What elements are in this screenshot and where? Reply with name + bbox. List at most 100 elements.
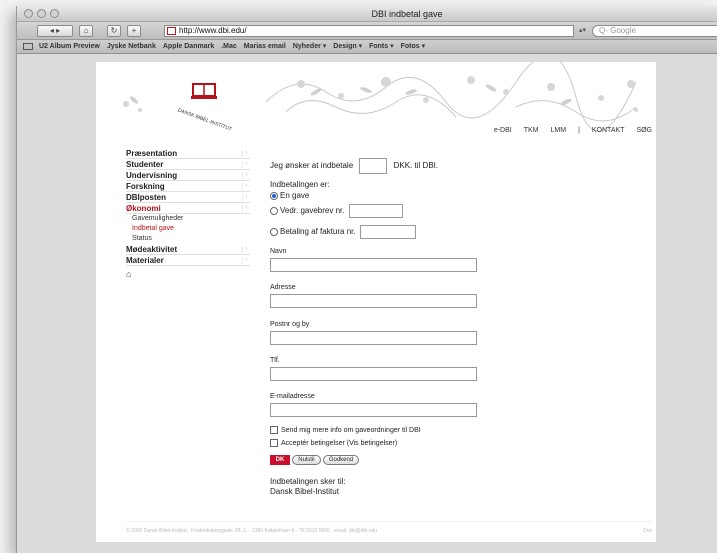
add-bookmark-button[interactable]: + [127,25,141,37]
sidebar-item[interactable]: Forskning › [126,181,250,192]
sidebar-item-label: Præsentation [126,149,178,158]
payment-note-line1: Indbetalingen sker til: [270,477,346,486]
chevron-right-icon: › [242,205,250,212]
sidebar-item-label: Studenter [126,160,164,169]
bookmark-items: U2 Album Preview Jyske Netbank Apple Danma… [39,40,432,53]
sidebar-item-label: Undervisning [126,171,178,180]
home-icon: ⌂ [83,26,89,35]
chevron-right-icon: › [242,246,250,253]
bookmark-item[interactable]: U2 Album Preview [39,43,100,50]
logo-text: DANSK BIBEL-INSTITUT [177,108,233,133]
site-footer: © 2005 Dansk Bibel-Institut · Frederiksb… [126,521,652,534]
plus-icon: + [131,26,137,35]
email-label: E-mailadresse [270,393,315,400]
chevron-right-icon: › [242,150,250,157]
reload-icon: ↻ [110,26,118,35]
sidebar-subitem[interactable]: Indbetal gave [126,224,250,234]
reload-button[interactable]: ↻ [107,25,121,37]
address-label: Adresse [270,284,296,291]
top-nav-link[interactable]: e-DBI [494,127,512,134]
sidebar-item[interactable]: Økonomi › [126,203,250,214]
name-input[interactable] [270,258,477,272]
title-bar: DBI indbetal gave [17,6,717,22]
name-label: Navn [270,248,287,255]
sidebar-item[interactable]: Undervisning › [126,170,250,181]
chevron-right-icon: › [242,172,250,179]
sidebar-subitem[interactable]: Gavemuligheder [126,214,250,224]
sidebar-item[interactable]: Mødeaktivitet › [126,244,250,255]
top-nav-link[interactable]: LMM [551,127,567,134]
chevron-right-icon: › [242,257,250,264]
gavebrev-number-input[interactable] [348,204,403,218]
top-nav-link[interactable]: SØG [636,127,652,134]
sidebar-item[interactable]: Præsentation › [126,148,250,159]
bookmark-item[interactable]: Apple Danmark [163,43,214,50]
invoice-radio[interactable] [270,228,278,236]
sidebar-item[interactable]: Studenter › [126,159,250,170]
terms-checkbox-label: Acceptér betingelser (Vis betingelser) [281,439,398,447]
phone-input[interactable] [270,367,477,381]
bookmarks-book-icon[interactable] [23,43,33,50]
gift-radio-label: En gave [280,191,310,200]
dbi-logo: DANSK BIBEL-INSTITUT [177,83,233,133]
intro-suffix: DKK. til DBI. [393,161,439,171]
gavebrev-radio-label: Vedr. gavebrev nr. [280,206,345,216]
bookmark-item[interactable]: .Mac [221,43,237,50]
home-icon[interactable]: ⌂ [126,269,250,279]
address-text: http://www.dbi.edu/ [179,26,247,35]
payment-note-line2: Dansk Bibel-Institut [270,487,339,496]
bookmarks-bar: U2 Album Preview Jyske Netbank Apple Danma… [17,40,717,54]
sidebar-subitem[interactable]: Status [126,234,250,244]
window-title: DBI indbetal gave [371,9,443,19]
sidebar-item-label: Økonomi [126,204,161,213]
gift-radio[interactable] [270,191,278,200]
sidebar-item[interactable]: Materialer › [126,255,250,266]
top-nav-link[interactable]: KONTAKT [592,127,625,134]
chevron-right-icon: › [242,161,250,168]
nav-divider: | [578,127,580,134]
sidebar-item[interactable]: DBIposten › [126,192,250,203]
address-bar[interactable]: http://www.dbi.edu/ [164,25,574,37]
bookmark-item[interactable]: Fotos ▾ [401,43,426,50]
email-input[interactable] [270,403,477,417]
address-input[interactable] [270,294,477,308]
postal-label: Postnr og by [270,321,310,328]
sidebar-item-label: Materialer [126,256,164,265]
postal-input[interactable] [270,331,477,345]
home-button[interactable]: ⌂ [79,25,93,37]
search-input[interactable]: Q- Google [592,25,717,37]
address-dropdown-icon[interactable]: ▴▾ [579,26,586,34]
invoice-radio-label: Betaling af faktura nr. [280,227,356,237]
type-label: Indbetalingen er: [270,180,330,189]
invoice-number-input[interactable] [359,225,416,239]
footer-right-text: Dns [643,528,652,534]
browser-toolbar: ◂ ▸ ⌂ ↻ + http://www.dbi.edu/ ▴▾ Q- Goog… [17,22,717,40]
info-checkbox-label: Send mig mere info om gaveordninger til … [281,426,421,434]
info-checkbox[interactable] [270,426,278,434]
bookmark-item[interactable]: Design ▾ [333,43,362,50]
amount-input[interactable] [359,158,388,174]
footer-text: © 2005 Dansk Bibel-Institut · Frederiksb… [126,528,378,534]
top-nav-link[interactable]: TKM [524,127,539,134]
submit-button[interactable]: Godkend [322,455,360,465]
favicon-icon [167,27,176,35]
sidebar-item-label: Mødeaktivitet [126,245,178,254]
web-page: DANSK BIBEL-INSTITUT e-DBI TKM LMM | KONTAKT… [96,62,656,542]
bookmark-item[interactable]: Marias email [244,43,286,50]
bookmark-item[interactable]: Jyske Netbank [107,43,156,50]
chevron-right-icon: › [242,183,250,190]
dankort-badge: DK [270,455,290,465]
sidebar: Præsentation › Studenter › Undervisning › Fors… [126,148,250,279]
sidebar-item-label: DBIposten [126,193,166,202]
phone-label: Tlf. [270,357,280,364]
terms-checkbox[interactable] [270,439,278,447]
back-forward-button[interactable]: ◂ ▸ [37,25,73,37]
bookmark-item[interactable]: Fonts ▾ [369,43,394,50]
gavebrev-radio[interactable] [270,207,278,215]
bookmark-item[interactable]: Nyheder ▾ [293,43,326,50]
site-header: DANSK BIBEL-INSTITUT e-DBI TKM LMM | KONTAKT… [96,62,656,142]
top-navigation: e-DBI TKM LMM | KONTAKT SØG [482,127,652,134]
sidebar-item-label: Forskning [126,182,165,191]
chevron-right-icon: › [242,194,250,201]
reset-button[interactable]: Nulstil [292,455,321,465]
